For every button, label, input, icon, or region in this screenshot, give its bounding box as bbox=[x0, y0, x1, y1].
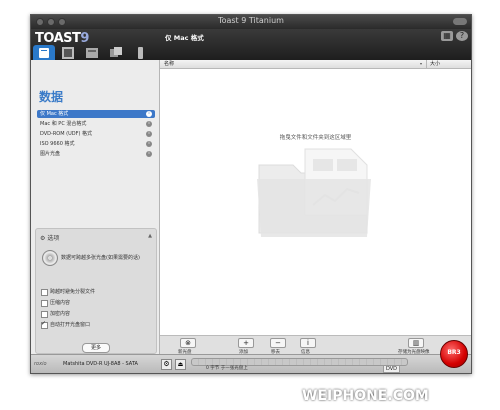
size-text: 0 字节 于一张光盘上 bbox=[206, 366, 248, 371]
info-icon[interactable]: i bbox=[146, 121, 152, 127]
column-header: 名称 ▾ 大小 bbox=[160, 60, 471, 69]
toast-window: Toast 9 Titanium TOAST9 仅 Mac 格式 ▦ ? 数据 … bbox=[30, 14, 472, 374]
sidebar: 数据 仅 Mac 格式 i Mac 和 PC 混合格式 i DVD-ROM (U… bbox=[31, 60, 160, 354]
checkbox-compress[interactable] bbox=[41, 300, 48, 307]
save-image-button[interactable]: ▥ bbox=[408, 338, 424, 348]
column-size[interactable]: 大小 bbox=[430, 60, 440, 68]
collapse-icon[interactable]: ▲ bbox=[148, 233, 152, 239]
options-panel: ⚙ 选项 ▲ 数据可跨越多张光盘(如果需要的话) 跨越时避免分裂文件 压缩内容 … bbox=[35, 228, 157, 354]
status-bar: roxio Matshita DVD-R UJ-8A8 - SATA ⚙ ⏏ 0… bbox=[31, 354, 471, 373]
options-header-label: 选项 bbox=[47, 235, 60, 242]
add-button[interactable]: + bbox=[238, 338, 254, 348]
content-area[interactable]: 名称 ▾ 大小 拖曳文件和文件夹到这区域里 bbox=[160, 60, 471, 335]
format-label: 图片光盘 bbox=[40, 151, 61, 157]
drive-name[interactable]: Matshita DVD-R UJ-8A8 - SATA bbox=[63, 361, 138, 367]
format-item-dvd-rom[interactable]: DVD-ROM (UDF) 格式 i bbox=[37, 130, 155, 138]
options-description: 数据可跨越多张光盘(如果需要的话) bbox=[61, 255, 140, 261]
film-icon bbox=[62, 47, 74, 59]
windows-icon[interactable]: ▦ bbox=[441, 31, 453, 41]
format-label: ISO 9660 格式 bbox=[40, 141, 75, 147]
column-divider bbox=[426, 60, 427, 68]
more-button[interactable]: 更多 bbox=[82, 343, 110, 353]
gear-icon[interactable]: ⚙ bbox=[161, 359, 172, 370]
disc-type-select[interactable]: DVD bbox=[383, 365, 401, 373]
eject-icon[interactable]: ⏏ bbox=[175, 359, 186, 370]
music-icon bbox=[86, 48, 98, 58]
help-button[interactable]: ? bbox=[456, 31, 468, 41]
format-item-mac-pc[interactable]: Mac 和 PC 混合格式 i bbox=[37, 120, 155, 128]
format-item-iso9660[interactable]: ISO 9660 格式 i bbox=[37, 140, 155, 148]
checkbox-label: 压缩内容 bbox=[50, 300, 71, 306]
watermark: WEIPHONE.COM bbox=[302, 388, 429, 404]
device-icon bbox=[138, 47, 143, 59]
sort-icon: ▾ bbox=[420, 61, 423, 66]
info-button[interactable]: i bbox=[300, 338, 316, 348]
format-label: Mac 和 PC 混合格式 bbox=[40, 121, 87, 127]
data-disc-icon bbox=[39, 48, 49, 58]
folder-icon bbox=[257, 148, 371, 237]
format-item-photo-disc[interactable]: 图片光盘 i bbox=[37, 150, 155, 158]
options-header[interactable]: ⚙ 选项 bbox=[40, 233, 59, 242]
logo-text: TOAST bbox=[35, 31, 81, 46]
sidebar-title: 数据 bbox=[39, 90, 64, 104]
info-icon[interactable]: i bbox=[146, 111, 152, 117]
drop-hint: 拖曳文件和文件夹到这区域里 bbox=[279, 135, 352, 141]
column-name[interactable]: 名称 bbox=[164, 60, 174, 68]
format-item-mac-only[interactable]: 仅 Mac 格式 i bbox=[37, 110, 155, 118]
window-title: Toast 9 Titanium bbox=[218, 16, 284, 25]
roxio-logo: roxio bbox=[34, 361, 47, 367]
title-bar: Toast 9 Titanium bbox=[31, 15, 471, 29]
checkbox-encrypt[interactable] bbox=[41, 311, 48, 318]
toast-logo: TOAST9 bbox=[35, 31, 89, 46]
gear-icon: ⚙ bbox=[40, 235, 46, 242]
checkbox-avoid-split[interactable] bbox=[41, 289, 48, 296]
checkbox-label: 加密内容 bbox=[50, 311, 71, 317]
disc-icon bbox=[42, 250, 58, 266]
info-icon[interactable]: i bbox=[146, 141, 152, 147]
toolbar: TOAST9 仅 Mac 格式 ▦ ? bbox=[31, 29, 471, 65]
remove-button[interactable]: − bbox=[270, 338, 286, 348]
copy-icon bbox=[110, 47, 122, 57]
checkbox-label: 自动打开光盘窗口 bbox=[50, 322, 91, 328]
toolbar-toggle-button[interactable] bbox=[453, 18, 467, 25]
section-title: 仅 Mac 格式 bbox=[165, 34, 204, 42]
info-icon[interactable]: i bbox=[146, 151, 152, 157]
info-icon[interactable]: i bbox=[146, 131, 152, 137]
format-label: DVD-ROM (UDF) 格式 bbox=[40, 131, 93, 137]
burn-label: BR3 bbox=[447, 349, 461, 356]
new-disc-button[interactable]: ⊗ bbox=[180, 338, 196, 348]
logo-version: 9 bbox=[80, 31, 89, 46]
checkbox-label: 跨越时避免分裂文件 bbox=[50, 289, 96, 295]
checkbox-auto-open[interactable] bbox=[41, 320, 48, 329]
burn-button[interactable]: BR3 bbox=[440, 340, 468, 368]
format-label: 仅 Mac 格式 bbox=[40, 111, 69, 117]
